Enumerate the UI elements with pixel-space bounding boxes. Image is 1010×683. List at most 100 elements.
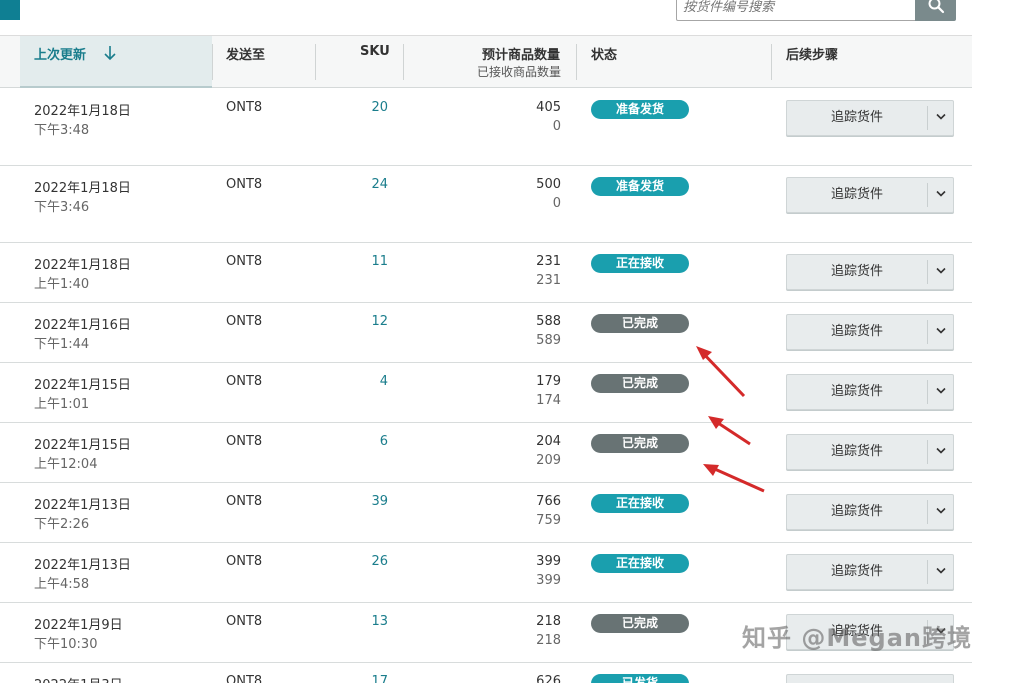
row-received-qty: 399	[536, 573, 561, 588]
track-shipment-label: 追踪货件	[830, 110, 883, 125]
track-shipment-button[interactable]: 追踪货件	[786, 100, 954, 136]
row-expected-qty: 588	[536, 314, 561, 329]
status-badge: 已完成	[591, 314, 689, 333]
search-input[interactable]	[676, 0, 916, 21]
chevron-down-icon[interactable]	[936, 113, 946, 121]
row-date: 2022年1月15日	[34, 378, 131, 393]
row-expected-qty: 399	[536, 554, 561, 569]
track-shipment-button[interactable]: 追踪货件	[786, 494, 954, 530]
top-toolbar	[0, 0, 972, 36]
active-tab-indicator[interactable]	[0, 0, 20, 20]
chevron-down-icon[interactable]	[936, 327, 946, 335]
row-destination: ONT8	[226, 374, 263, 389]
track-shipment-label: 追踪货件	[830, 504, 883, 519]
row-received-qty: 218	[536, 633, 561, 648]
sort-down-arrow-icon[interactable]	[103, 45, 117, 61]
row-time: 上午1:01	[34, 397, 90, 412]
status-badge: 正在接收	[591, 494, 689, 513]
red-arrow-icon	[696, 346, 746, 398]
row-destination: ONT8	[226, 614, 263, 629]
track-shipment-button[interactable]: 追踪货件	[786, 434, 954, 470]
table-row: 2022年1月15日 上午1:01 ONT8 4 179 174 已完成 追踪货…	[0, 363, 972, 423]
row-sku-count[interactable]: 20	[371, 100, 388, 115]
row-time: 下午10:30	[34, 637, 98, 652]
header-received-qty: 已接收商品数量	[477, 65, 562, 79]
row-time: 上午4:58	[34, 577, 90, 592]
table-row: 2022年1月16日 下午1:44 ONT8 12 588 589 已完成 追踪…	[0, 303, 972, 363]
header-separator	[403, 44, 404, 80]
table-row: 2022年1月3日 ONT8 17 626 已发货	[0, 663, 972, 683]
row-sku-count[interactable]: 4	[380, 374, 388, 389]
row-sku-count[interactable]: 24	[371, 177, 388, 192]
row-time: 下午1:44	[34, 337, 90, 352]
row-destination: ONT8	[226, 254, 263, 269]
track-shipment-button[interactable]: 追踪货件	[786, 554, 954, 590]
row-expected-qty: 405	[536, 100, 561, 115]
button-divider	[927, 106, 928, 130]
header-separator	[576, 44, 577, 80]
row-time: 下午2:26	[34, 517, 90, 532]
row-received-qty: 231	[536, 273, 561, 288]
red-arrow-icon	[708, 416, 751, 446]
row-received-qty: 209	[536, 453, 561, 468]
status-badge: 已完成	[591, 614, 689, 633]
chevron-down-icon[interactable]	[936, 447, 946, 455]
row-sku-count[interactable]: 13	[371, 614, 388, 629]
row-sku-count[interactable]: 11	[371, 254, 388, 269]
row-destination: ONT8	[226, 314, 263, 329]
watermark: 知乎 @Megan跨境	[742, 624, 972, 652]
header-status: 状态	[591, 48, 618, 63]
chevron-down-icon[interactable]	[936, 507, 946, 515]
button-divider	[927, 560, 928, 584]
red-arrow-icon	[703, 464, 765, 493]
header-last-updated[interactable]: 上次更新	[34, 44, 86, 63]
row-received-qty: 0	[552, 196, 561, 211]
chevron-down-icon[interactable]	[936, 267, 946, 275]
chevron-down-icon[interactable]	[936, 387, 946, 395]
row-received-qty: 0	[552, 119, 561, 134]
row-date: 2022年1月13日	[34, 498, 131, 513]
row-sku-count[interactable]: 12	[371, 314, 388, 329]
table-row: 2022年1月18日 下午3:48 ONT8 20 405 0 准备发货 追踪货…	[0, 88, 972, 166]
header-ship-to: 发送至	[226, 48, 266, 63]
track-shipment-button[interactable]: 追踪货件	[786, 314, 954, 350]
row-time: 下午3:46	[34, 200, 90, 215]
table-row: 2022年1月13日 下午2:26 ONT8 39 766 759 正在接收 追…	[0, 483, 972, 543]
row-sku-count[interactable]: 17	[371, 674, 388, 683]
button-divider	[927, 440, 928, 464]
status-badge: 正在接收	[591, 254, 689, 273]
status-badge: 准备发货	[591, 177, 689, 196]
button-divider	[927, 183, 928, 207]
chevron-down-icon[interactable]	[936, 190, 946, 198]
row-sku-count[interactable]: 39	[371, 494, 388, 509]
table-header: 上次更新 发送至 SKU 预计商品数量 已接收商品数量 状态 后续步骤	[0, 36, 972, 88]
track-shipment-button[interactable]: 追踪货件	[786, 177, 954, 213]
row-sku-count[interactable]: 6	[380, 434, 388, 449]
row-time: 上午12:04	[34, 457, 98, 472]
button-divider	[927, 320, 928, 344]
row-expected-qty: 766	[536, 494, 561, 509]
table-row: 2022年1月13日 上午4:58 ONT8 26 399 399 正在接收 追…	[0, 543, 972, 603]
header-sku: SKU	[360, 44, 390, 59]
row-expected-qty: 204	[536, 434, 561, 449]
row-date: 2022年1月18日	[34, 181, 131, 196]
row-sku-count[interactable]: 26	[371, 554, 388, 569]
row-destination: ONT8	[226, 494, 263, 509]
chevron-down-icon[interactable]	[936, 567, 946, 575]
row-destination: ONT8	[226, 554, 263, 569]
track-shipment-button[interactable]: 追踪货件	[786, 254, 954, 290]
row-destination: ONT8	[226, 434, 263, 449]
track-shipment-button[interactable]: 追踪货件	[786, 374, 954, 410]
table-row: 2022年1月18日 下午3:46 ONT8 24 500 0 准备发货 追踪货…	[0, 166, 972, 243]
row-date: 2022年1月15日	[34, 438, 131, 453]
row-destination: ONT8	[226, 674, 263, 683]
search-button[interactable]	[915, 0, 956, 21]
track-shipment-label: 追踪货件	[830, 444, 883, 459]
status-badge: 已发货	[591, 674, 689, 683]
track-shipment-button[interactable]	[786, 674, 954, 683]
track-shipment-label: 追踪货件	[830, 324, 883, 339]
row-received-qty: 759	[536, 513, 561, 528]
search-icon	[928, 0, 945, 14]
row-date: 2022年1月3日	[34, 674, 123, 683]
search-box	[676, 0, 956, 21]
